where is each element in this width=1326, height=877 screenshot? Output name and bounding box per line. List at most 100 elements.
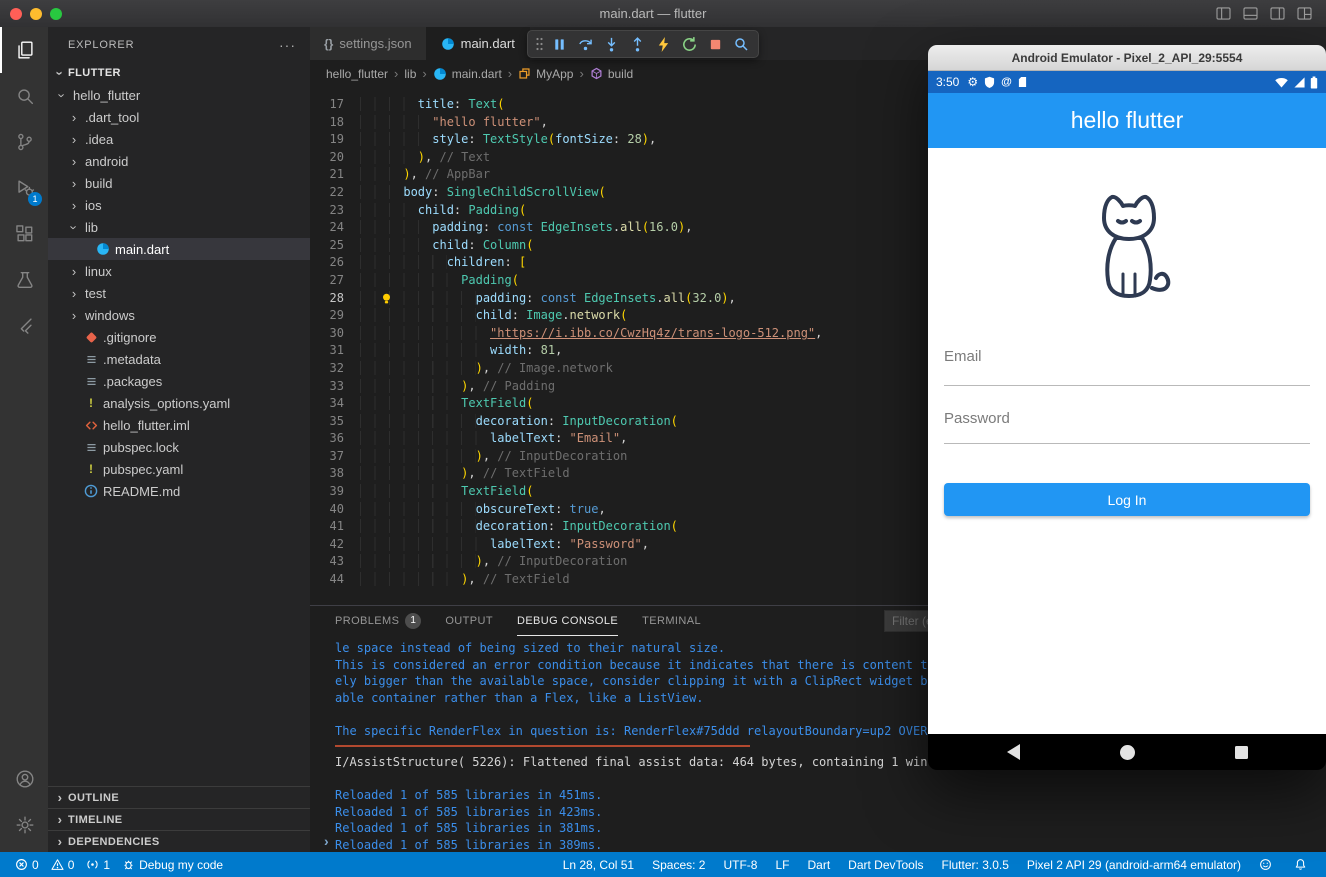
status-warnings[interactable]: 0 — [46, 858, 80, 872]
status-notifications[interactable] — [1289, 858, 1316, 871]
debug-open-devtools-button[interactable] — [729, 32, 753, 56]
status-flutter-version[interactable]: Flutter: 3.0.5 — [937, 858, 1014, 872]
activity-run-and-debug[interactable]: 1 — [0, 165, 48, 211]
status-language-mode[interactable]: Dart — [802, 858, 835, 872]
android-recents-button[interactable] — [1234, 745, 1248, 759]
status-feedback[interactable] — [1254, 858, 1281, 871]
android-back-button[interactable] — [1006, 744, 1020, 760]
debug-stop-button[interactable] — [703, 32, 727, 56]
activity-testing[interactable] — [0, 257, 48, 303]
tree-item-ios[interactable]: › ios — [48, 194, 310, 216]
status-encoding[interactable]: UTF-8 — [718, 858, 762, 872]
status-errors[interactable]: 0 — [10, 858, 44, 872]
close-window-button[interactable] — [10, 7, 22, 20]
debug-drag-handle-button[interactable] — [533, 32, 545, 56]
sidebar-section-timeline[interactable]: › TIMELINE — [48, 808, 310, 830]
toggle-primary-sidebar-icon[interactable] — [1216, 7, 1231, 20]
status-device[interactable]: Pixel 2 API 29 (android-arm64 emulator) — [1022, 858, 1246, 872]
status-indentation[interactable]: Spaces: 2 — [647, 858, 710, 872]
panel-tab-problems[interactable]: PROBLEMS 1 — [335, 606, 422, 636]
status-eol[interactable]: LF — [770, 858, 794, 872]
tree-item-packages[interactable]: ›.packages — [48, 370, 310, 392]
tree-item-pubspec-yaml[interactable]: ›!pubspec.yaml — [48, 458, 310, 480]
tree-item-android[interactable]: › android — [48, 150, 310, 172]
gripper-icon — [535, 35, 544, 53]
activity-flutter[interactable] — [0, 303, 48, 349]
debug-restart-button[interactable] — [677, 32, 701, 56]
account-icon — [14, 768, 36, 790]
status-cursor-position[interactable]: Ln 28, Col 51 — [558, 858, 639, 872]
tree-item-main-dart[interactable]: ›main.dart — [48, 238, 310, 260]
line-number: 29 — [329, 308, 344, 323]
tree-item-hello-flutter-iml[interactable]: ›hello_flutter.iml — [48, 414, 310, 436]
status-dart-devtools[interactable]: Dart DevTools — [843, 858, 928, 872]
emulator-titlebar[interactable]: Android Emulator - Pixel_2_API_29:5554 — [928, 45, 1326, 71]
tree-item-gitignore[interactable]: ›.gitignore — [48, 326, 310, 348]
login-button[interactable]: Log In — [944, 483, 1310, 516]
textfile-icon — [82, 353, 100, 366]
tree-item-dart-tool[interactable]: › .dart_tool — [48, 106, 310, 128]
zoom-window-button[interactable] — [50, 7, 62, 20]
email-field[interactable]: Email — [944, 348, 1310, 386]
tree-item-pubspec-lock[interactable]: ›pubspec.lock — [48, 436, 310, 458]
chevron-right-icon: › — [71, 307, 77, 323]
breadcrumb-item-hello-flutter[interactable]: hello_flutter — [326, 67, 388, 81]
editor-tab-settings-json[interactable]: {} settings.json — [310, 27, 427, 60]
tree-item-idea[interactable]: › .idea — [48, 128, 310, 150]
activity-explorer[interactable] — [0, 27, 48, 73]
stepover-icon — [577, 36, 594, 53]
activity-search[interactable] — [0, 73, 48, 119]
status-debug-config[interactable]: Debug my code — [117, 858, 228, 872]
debug-step-into-button[interactable] — [599, 32, 623, 56]
battery-icon — [1310, 76, 1318, 89]
sidebar-section-dependencies[interactable]: › DEPENDENCIES — [48, 830, 310, 852]
sidebar-title: EXPLORER — [68, 38, 135, 51]
textfile-icon — [82, 375, 100, 388]
tree-item-windows[interactable]: › windows — [48, 304, 310, 326]
tree-item-linux[interactable]: › linux — [48, 260, 310, 282]
more-actions-icon[interactable]: ··· — [279, 37, 296, 53]
activity-accounts[interactable] — [0, 756, 48, 802]
panel-tab-debug-console[interactable]: DEBUG CONSOLE — [516, 606, 619, 636]
breadcrumb-item-myapp[interactable]: MyApp — [518, 67, 573, 81]
explorer-section-flutter[interactable]: › FLUTTER — [48, 62, 310, 84]
line-number: 20 — [329, 149, 344, 164]
tree-item-lib[interactable]: › lib — [48, 216, 310, 238]
activity-settings[interactable] — [0, 802, 48, 848]
debug-step-over-button[interactable] — [573, 32, 597, 56]
line-number: 19 — [329, 132, 344, 147]
activity-source-control[interactable] — [0, 119, 48, 165]
tree-item-metadata[interactable]: ›.metadata — [48, 348, 310, 370]
debug-pause-button[interactable] — [547, 32, 571, 56]
password-field[interactable]: Password — [944, 410, 1310, 444]
status-ports[interactable]: 1 — [81, 858, 115, 872]
password-label: Password — [944, 410, 1010, 427]
debug-hot-reload-button[interactable] — [651, 32, 675, 56]
breadcrumb-item-build[interactable]: build — [590, 67, 633, 81]
editor-tab-main-dart[interactable]: main.dart — [426, 27, 530, 60]
console-line: Reloaded 1 of 585 libraries in 423ms. — [335, 804, 603, 819]
toggle-secondary-sidebar-icon[interactable] — [1270, 7, 1285, 20]
toggle-panel-icon[interactable] — [1243, 7, 1258, 20]
tree-item-test[interactable]: › test — [48, 282, 310, 304]
line-number: 43 — [329, 554, 344, 569]
activity-extensions[interactable] — [0, 211, 48, 257]
panel-tab-terminal[interactable]: TERMINAL — [642, 606, 701, 636]
customize-layout-icon[interactable] — [1297, 7, 1312, 20]
panel-tab-output[interactable]: OUTPUT — [445, 606, 493, 636]
chevron-right-icon: › — [71, 263, 77, 279]
stepinto-icon — [603, 36, 620, 53]
sidebar-section-outline[interactable]: › OUTLINE — [48, 786, 310, 808]
tree-item-hello-flutter[interactable]: › hello_flutter — [48, 84, 310, 106]
android-home-button[interactable] — [1119, 744, 1135, 760]
line-number: 28 — [329, 290, 344, 305]
console-input-prompt[interactable]: › — [324, 833, 329, 849]
breadcrumb-item-main-dart[interactable]: main.dart — [433, 67, 502, 81]
breadcrumb-item-lib[interactable]: lib — [404, 67, 416, 81]
debug-step-out-button[interactable] — [625, 32, 649, 56]
line-number: 24 — [329, 220, 344, 235]
tree-item-analysis-options-yaml[interactable]: ›!analysis_options.yaml — [48, 392, 310, 414]
tree-item-readme-md[interactable]: ›README.md — [48, 480, 310, 502]
minimize-window-button[interactable] — [30, 7, 42, 20]
tree-item-build[interactable]: › build — [48, 172, 310, 194]
